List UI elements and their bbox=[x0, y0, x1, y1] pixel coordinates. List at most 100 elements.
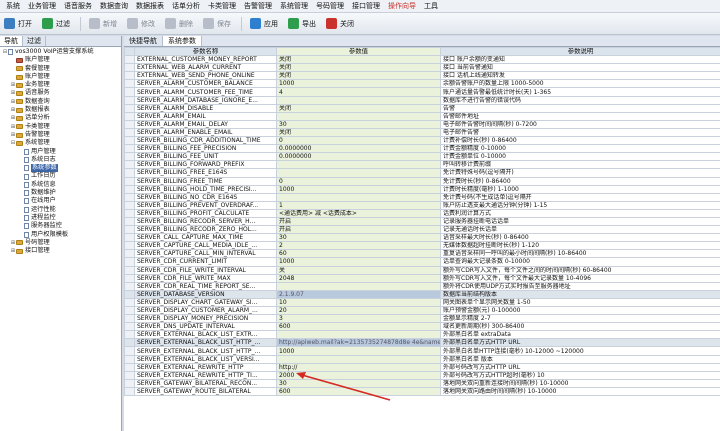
menu-item[interactable]: 告警管理 bbox=[240, 1, 276, 11]
table-row[interactable]: SERVER_DATABASE_VERSION 2.1.9.07 数据库当前结构版本 bbox=[124, 289, 720, 299]
column-header-name[interactable]: 参数名称 bbox=[134, 46, 277, 57]
tree-page-item[interactable]: 系统信息 bbox=[2, 181, 121, 189]
parameter-value-cell[interactable]: 1 bbox=[276, 200, 441, 210]
parameter-value-cell[interactable]: 600 bbox=[276, 386, 441, 397]
table-row[interactable]: SERVER_ALARM_ENABLE_EMAIL 关闭 电子邮件告警 bbox=[124, 127, 720, 138]
tree-folder-item[interactable]: 账户管理 bbox=[2, 73, 121, 81]
parameter-value-cell[interactable]: 30 bbox=[276, 233, 441, 243]
parameter-value-cell[interactable] bbox=[276, 95, 441, 105]
table-row[interactable]: SERVER_CDR_FILE_WRITE_MAX 2048 额外写CDR写入文件，… bbox=[124, 273, 720, 283]
table-row[interactable]: SERVER_EXTERNAL_BLACK_LIST_HTTP_... 1000 外… bbox=[124, 346, 720, 356]
table-row[interactable]: SERVER_BILLING_FORWARD_PREFIX 呼叫转移计费前缀 bbox=[124, 160, 720, 170]
table-row[interactable]: SERVER_CAPTURE_CALL_MIN_INTERVAL 60 重复语音采样… bbox=[124, 249, 720, 259]
parameter-value-cell[interactable]: 2048 bbox=[276, 273, 441, 283]
parameter-value-cell[interactable]: 关闭 bbox=[276, 103, 441, 113]
parameter-value-cell[interactable]: 30 bbox=[276, 119, 441, 129]
table-row[interactable]: SERVER_GATEWAY_ROUTE_BILATERAL 600 落地网关双向路… bbox=[124, 386, 720, 397]
parameter-value-cell[interactable] bbox=[276, 168, 441, 178]
menu-item[interactable]: 工具 bbox=[420, 1, 442, 11]
tree-page-item[interactable]: 数据维护 bbox=[2, 189, 121, 197]
tree-folder-item[interactable]: ⊞ 业务管理 bbox=[2, 81, 121, 89]
table-row[interactable]: SERVER_CAPTURE_CALL_MEDIA_IDLE_... 2 无媒体数据… bbox=[124, 241, 720, 251]
tree-folder-item[interactable]: ⊞ 告警管理 bbox=[2, 131, 121, 139]
table-row[interactable]: EXTERNAL_CUSTOMER_MONEY_REPORT 关闭 接口 账户余额的… bbox=[124, 55, 720, 65]
table-row[interactable]: SERVER_ALARM_CUSTOMER_FEE_TIME 4 账户通话量告警最低… bbox=[124, 87, 720, 97]
menu-item[interactable]: 系统管理 bbox=[276, 1, 312, 11]
table-row[interactable]: SERVER_ALARM_CUSTOMER_BALANCE 1000 余额告警账户的… bbox=[124, 79, 720, 89]
parameter-value-cell[interactable] bbox=[276, 330, 441, 340]
parameter-value-cell[interactable]: 2.1.9.07 bbox=[276, 289, 441, 299]
parameter-value-cell[interactable]: 关闭 bbox=[276, 55, 441, 65]
parameter-value-cell[interactable]: 开启 bbox=[276, 225, 441, 235]
parameter-value-cell[interactable]: 1000 bbox=[276, 257, 441, 267]
tree-page-item[interactable]: ⊟ vos3000 VoIP运营支撑系统 bbox=[2, 48, 121, 56]
table-row[interactable]: SERVER_DNS_UPDATE_INTERVAL 600 域名更新周期(秒) 3… bbox=[124, 322, 720, 332]
table-row[interactable]: SERVER_EXTERNAL_BLACK_LIST_EXTR... 外部黑白名单… bbox=[124, 330, 720, 340]
tree-folder-item[interactable]: ⊞ 数据报表 bbox=[2, 106, 121, 114]
parameter-value-cell[interactable]: 10 bbox=[276, 297, 441, 308]
table-row[interactable]: SERVER_BILLING_CDR_ADDITIONAL_TIME 0 计费补偿时… bbox=[124, 136, 720, 146]
menu-item[interactable]: 系统 bbox=[2, 1, 24, 11]
parameter-value-cell[interactable]: http://apiweb.mail?ak=2135735274878d8e 4… bbox=[276, 338, 441, 348]
menu-item[interactable]: 数据查询 bbox=[96, 1, 132, 11]
table-row[interactable]: SERVER_DISPLAY_CHART_GATEWAY_SI... 10 网关图表… bbox=[124, 297, 720, 308]
parameter-value-cell[interactable] bbox=[276, 192, 441, 202]
table-row[interactable]: SERVER_ALARM_DATABASE_IGNORE_E... 数据库不进行告… bbox=[124, 95, 720, 105]
parameter-value-cell[interactable]: 60 bbox=[276, 249, 441, 259]
table-row[interactable]: SERVER_ALARM_DISABLE 关闭 告警 bbox=[124, 103, 720, 113]
table-row[interactable]: SERVER_BILLING_PREVENT_OVERDRAF... 1 账户防止透… bbox=[124, 200, 720, 210]
export-button[interactable]: 导出 bbox=[288, 18, 316, 29]
tree-page-item[interactable]: 用户权限模板 bbox=[2, 231, 121, 239]
apply-button[interactable]: 应用 bbox=[250, 18, 278, 29]
table-row[interactable]: SERVER_BILLING_NO_CDR_E164S 免计费号码(不生成话单)逗… bbox=[124, 192, 720, 202]
table-row[interactable]: SERVER_CALL_CAPTURE_MAX_TIME 30 语音采样最大时长(秒… bbox=[124, 233, 720, 243]
table-row[interactable]: SERVER_ALARM_EMAIL_DELAY 30 电子邮件告警时间间隔(秒) … bbox=[124, 119, 720, 129]
tab-quick-navigation[interactable]: 快捷导航 bbox=[124, 36, 163, 46]
tree-page-item[interactable]: 工作日历 bbox=[2, 172, 121, 180]
table-row[interactable]: SERVER_BILLING_FREE_E164S 免计费特殊号码(逗号隔开) bbox=[124, 168, 720, 178]
parameter-value-cell[interactable] bbox=[276, 354, 441, 364]
column-header-description[interactable]: 参数说明 bbox=[440, 46, 720, 57]
table-row[interactable]: SERVER_EXTERNAL_BLACK_LIST_HTTP_... http:… bbox=[124, 338, 720, 348]
menu-item[interactable]: 数据报表 bbox=[132, 1, 168, 11]
filter-button[interactable]: 过滤 bbox=[42, 18, 70, 29]
table-row[interactable]: EXTERNAL_WEB_SEND_PHONE_ONLINE 关闭 接口 话机上线通… bbox=[124, 71, 720, 81]
tree-page-item[interactable]: 进程监控 bbox=[2, 214, 121, 222]
table-row[interactable]: SERVER_BILLING_FEE_PRECISION 0.0000000 计费金… bbox=[124, 144, 720, 154]
tree-folder-item[interactable]: ⊞ 语音服务 bbox=[2, 89, 121, 97]
parameter-value-cell[interactable]: 0 bbox=[276, 176, 441, 186]
parameter-value-cell[interactable]: 30 bbox=[276, 378, 441, 388]
edit-button[interactable]: 修改 bbox=[127, 18, 155, 29]
table-row[interactable]: SERVER_DISPLAY_MONEY_PRECISION 3 金额显示精度 2-… bbox=[124, 314, 720, 324]
menu-item[interactable]: 号码管理 bbox=[312, 1, 348, 11]
parameter-value-cell[interactable]: 关 bbox=[276, 265, 441, 275]
menu-item[interactable]: 语音服务 bbox=[60, 1, 96, 11]
tree-folder-item[interactable]: 套餐管理 bbox=[2, 65, 121, 73]
table-row[interactable]: SERVER_BILLING_FEE_UNIT 0.0000000 计费金额单位 0… bbox=[124, 152, 720, 162]
table-row[interactable]: SERVER_GATEWAY_BILATERAL_RECON... 30 落地网关双… bbox=[124, 378, 720, 388]
parameter-value-cell[interactable]: 关闭 bbox=[276, 71, 441, 81]
parameter-value-cell[interactable]: http:// bbox=[276, 362, 441, 372]
parameter-value-cell[interactable] bbox=[276, 111, 441, 121]
menu-item[interactable]: 接口管理 bbox=[348, 1, 384, 11]
table-row[interactable]: SERVER_BILLING_PROFIT_CALCULATE <通话费用> 减 … bbox=[124, 208, 720, 218]
parameter-value-cell[interactable]: 0.0000000 bbox=[276, 144, 441, 154]
column-header-value[interactable]: 参数值 bbox=[276, 46, 441, 57]
delete-button[interactable]: 删除 bbox=[165, 18, 193, 29]
parameter-value-cell[interactable]: 0.0000000 bbox=[276, 152, 441, 162]
table-row[interactable]: SERVER_CDR_FILE_WRITE_INTERVAL 关额外写CDR写入文… bbox=[124, 265, 720, 275]
table-row[interactable]: SERVER_EXTERNAL_REWRITE_HTTP http://外部号码改… bbox=[124, 362, 720, 372]
parameter-value-cell[interactable]: 20 bbox=[276, 305, 441, 316]
tab-system-parameters[interactable]: 系统参数 bbox=[163, 36, 202, 46]
menu-item[interactable]: 业务管理 bbox=[24, 1, 60, 11]
table-row[interactable]: SERVER_EXTERNAL_BLACK_LIST_VERSI... 外部黑白名… bbox=[124, 354, 720, 364]
parameter-value-cell[interactable]: 关闭 bbox=[276, 127, 441, 138]
parameter-value-cell[interactable] bbox=[276, 160, 441, 170]
parameter-value-cell[interactable]: 0 bbox=[276, 136, 441, 146]
parameter-value-cell[interactable]: <通话费用> 减 <话费成本> bbox=[276, 208, 441, 218]
tab-filter[interactable]: 过滤 bbox=[23, 36, 46, 46]
tree-folder-item[interactable]: ⊞ 接口管理 bbox=[2, 247, 121, 255]
parameter-value-cell[interactable]: 开启 bbox=[276, 216, 441, 227]
menu-item[interactable]: 话单分析 bbox=[168, 1, 204, 11]
tree-page-item[interactable]: 系统参数 bbox=[2, 164, 121, 173]
